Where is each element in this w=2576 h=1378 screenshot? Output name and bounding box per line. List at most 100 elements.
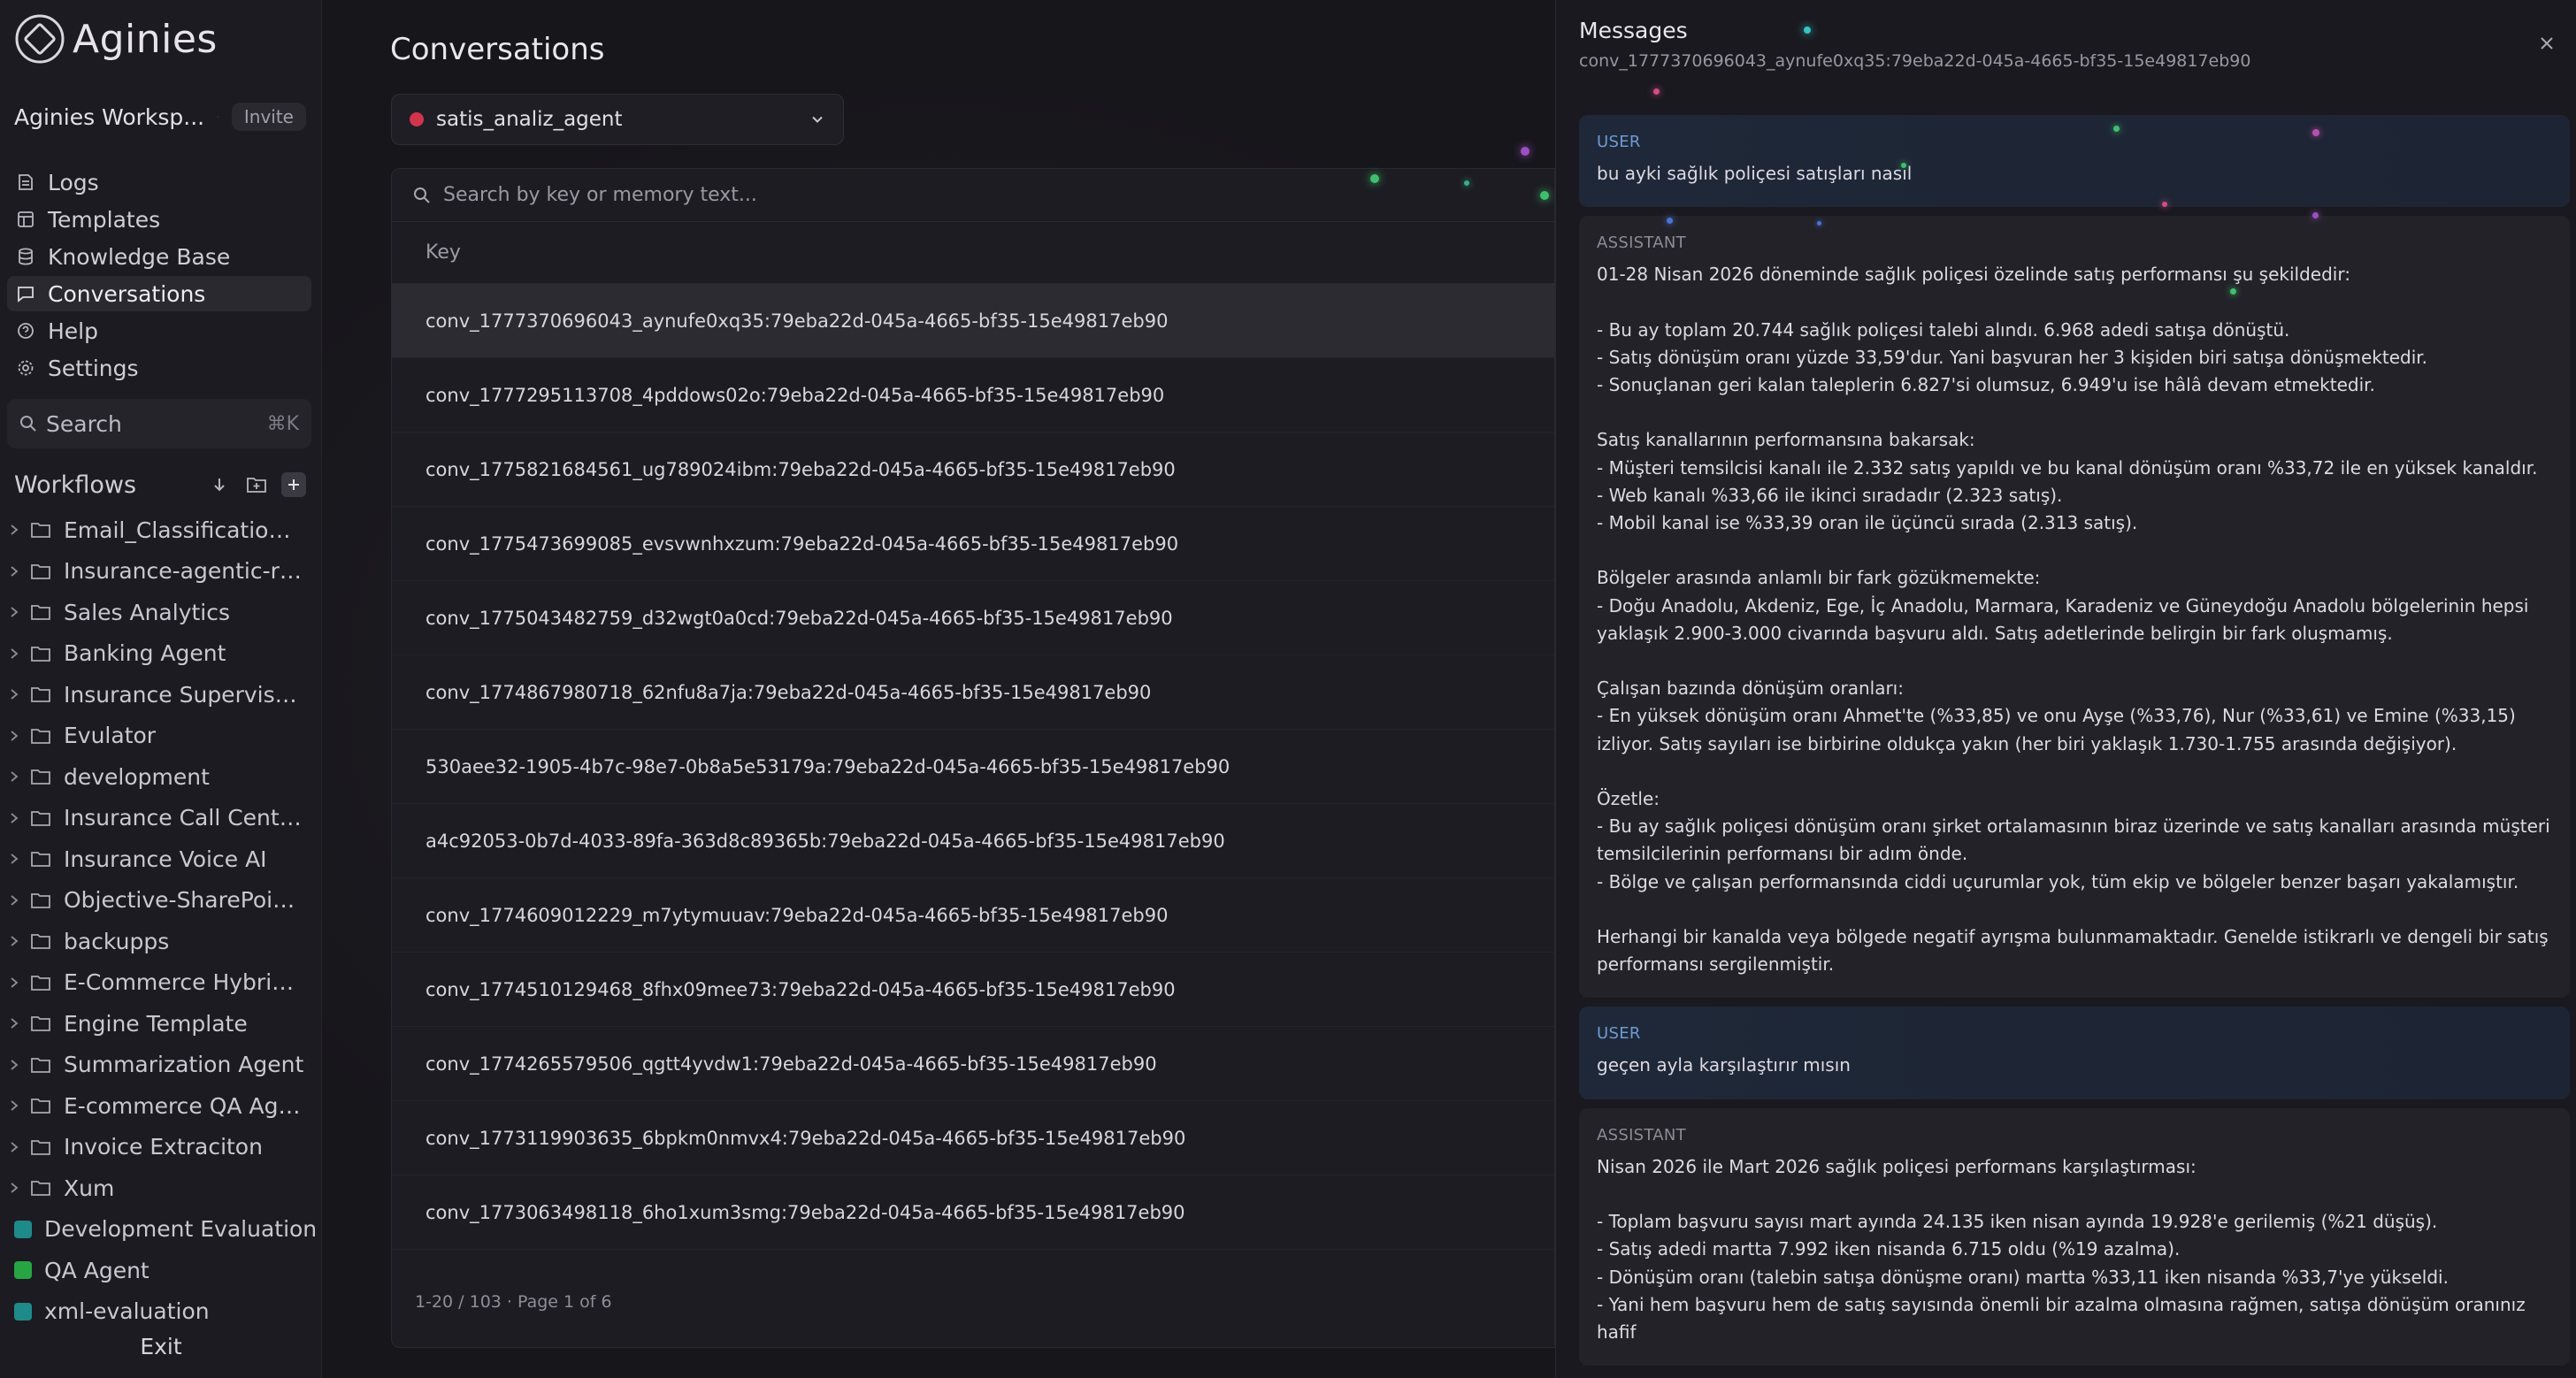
agent-select-value: satis_analiz_agent: [436, 108, 623, 131]
chevron-down-icon[interactable]: [217, 108, 219, 126]
workflow-folder-label: Email_Classification_...: [64, 517, 304, 543]
workflow-folder[interactable]: Insurance Supervisor ...: [0, 674, 322, 716]
folder-icon: [31, 1016, 50, 1032]
workflow-folder-label: E-commerce QA Agent: [64, 1092, 304, 1119]
sparkle-decoration: [1540, 191, 1549, 200]
table-row[interactable]: conv_1774510129468_8fhx09mee73:79eba22d-…: [392, 953, 1554, 1027]
table-row[interactable]: 530aee32-1905-4b7c-98e7-0b8a5e53179a:79e…: [392, 730, 1554, 804]
user-message: USER geçen ayla karşılaştırır mısın: [1579, 1007, 2570, 1099]
table-row[interactable]: conv_1773063498118_6ho1xum3smg:79eba22d-…: [392, 1175, 1554, 1250]
workflow-folder[interactable]: Evulator: [0, 716, 322, 757]
column-header-key[interactable]: Key: [392, 222, 1554, 284]
workflow-folder[interactable]: Email_Classification_...: [0, 509, 322, 551]
workflow-folder[interactable]: Insurance-agentic-rag...: [0, 551, 322, 593]
workflow-folder[interactable]: Xum: [0, 1167, 322, 1209]
gear-icon: [18, 360, 34, 376]
workflow-folder[interactable]: Sales Analytics: [0, 592, 322, 633]
evaluation-item[interactable]: xml-evaluation: [0, 1291, 322, 1333]
agent-select[interactable]: satis_analiz_agent: [391, 94, 844, 145]
workflows-header: Workflows: [14, 467, 306, 502]
sparkle-decoration: [1817, 221, 1821, 226]
workflow-folder-label: Insurance Voice AI: [64, 846, 267, 872]
folder-icon: [31, 769, 50, 785]
table-row[interactable]: conv_1775473699085_evsvwnhxzum:79eba22d-…: [392, 507, 1554, 581]
sparkle-decoration: [1370, 174, 1379, 183]
chevron-right-icon[interactable]: [9, 1099, 19, 1112]
exit-button[interactable]: Exit: [0, 1334, 322, 1359]
sparkle-decoration: [2162, 202, 2167, 207]
chevron-right-icon[interactable]: [9, 688, 19, 700]
close-icon[interactable]: [2537, 34, 2557, 53]
chevron-right-icon[interactable]: [9, 812, 19, 824]
chevron-right-icon[interactable]: [9, 1182, 19, 1194]
sidebar-search[interactable]: Search ⌘K: [7, 399, 311, 448]
search-shortcut: ⌘K: [266, 412, 299, 435]
add-workflow-button[interactable]: [281, 472, 306, 497]
chevron-right-icon[interactable]: [9, 565, 19, 578]
folder-plus-icon: [247, 478, 266, 493]
nav-item-help[interactable]: Help: [7, 313, 311, 348]
workflow-folder[interactable]: E-commerce QA Agent: [0, 1085, 322, 1127]
workflow-folder[interactable]: Objective-SharePoint ...: [0, 880, 322, 922]
workflow-folder[interactable]: development: [0, 756, 322, 798]
workflow-folder-label: Insurance-agentic-rag...: [64, 558, 304, 585]
templates-icon: [18, 211, 34, 227]
evaluation-item[interactable]: QA Agent: [0, 1250, 322, 1291]
workflow-folder[interactable]: Invoice Extraciton: [0, 1127, 322, 1168]
chevron-right-icon[interactable]: [9, 1059, 19, 1071]
chevron-right-icon[interactable]: [9, 647, 19, 660]
workflow-folder[interactable]: Insurance Voice AI: [0, 838, 322, 880]
workflow-folder[interactable]: E-Commerce Hybrid E...: [0, 962, 322, 1004]
table-row[interactable]: conv_1775821684561_ug789024ibm:79eba22d-…: [392, 433, 1554, 507]
new-folder-button[interactable]: [244, 472, 269, 497]
table-row[interactable]: a4c92053-0b7d-4033-89fa-363d8c89365b:79e…: [392, 804, 1554, 878]
chevron-right-icon[interactable]: [9, 770, 19, 783]
workflow-folder-label: Insurance Call Center ...: [64, 805, 304, 831]
chevron-right-icon[interactable]: [9, 935, 19, 947]
assistant-message: ASSISTANT 01-28 Nisan 2026 döneminde sağl…: [1579, 216, 2570, 999]
help-icon: [18, 323, 34, 339]
table-row[interactable]: conv_1777370696043_aynufe0xq35:79eba22d-…: [392, 284, 1554, 358]
invite-button[interactable]: Invite: [231, 103, 306, 131]
message-role: USER: [1597, 133, 1641, 151]
table-row[interactable]: conv_1777295113708_4pddows02o:79eba22d-0…: [392, 358, 1554, 433]
chevron-right-icon[interactable]: [9, 524, 19, 536]
workflow-folder[interactable]: Banking Agent: [0, 633, 322, 675]
chevron-right-icon[interactable]: [9, 730, 19, 742]
nav-item-logs[interactable]: Logs: [7, 165, 311, 200]
table-row[interactable]: conv_1774867980718_62nfu8a7ja:79eba22d-0…: [392, 655, 1554, 730]
workflows-title: Workflows: [14, 471, 137, 499]
table-row[interactable]: conv_1773119903635_6bpkm0nmvx4:79eba22d-…: [392, 1101, 1554, 1175]
message-content: 01-28 Nisan 2026 döneminde sağlık poliçe…: [1597, 264, 2550, 976]
chevron-right-icon[interactable]: [9, 853, 19, 865]
workflow-folder[interactable]: backupps: [0, 921, 322, 962]
workspace-switcher[interactable]: Aginies Worksp... Invite: [14, 99, 306, 134]
nav-item-knowledge-base[interactable]: Knowledge Base: [7, 239, 311, 274]
messages-panel: Messages conv_1777370696043_aynufe0xq35:…: [1555, 0, 2576, 1378]
assistant-message: ASSISTANT Nisan 2026 ile Mart 2026 sağlık…: [1579, 1107, 2570, 1367]
message-role: USER: [1597, 1024, 1641, 1044]
table-search: [392, 169, 1554, 222]
nav-item-conversations[interactable]: Conversations: [7, 276, 311, 311]
nav-item-settings[interactable]: Settings: [7, 350, 311, 386]
table-row[interactable]: conv_1774265579506_qgtt4yvdw1:79eba22d-0…: [392, 1027, 1554, 1101]
workflow-folder[interactable]: Insurance Call Center ...: [0, 798, 322, 839]
workflow-folder[interactable]: Engine Template: [0, 1003, 322, 1045]
chevron-right-icon[interactable]: [9, 1141, 19, 1153]
table-row[interactable]: conv_1775043482759_d32wgt0a0cd:79eba22d-…: [392, 581, 1554, 655]
workspace-name[interactable]: Aginies Worksp...: [14, 104, 204, 130]
evaluation-item[interactable]: Development Evaluation: [0, 1209, 322, 1251]
chevron-right-icon[interactable]: [9, 606, 19, 618]
chevron-right-icon[interactable]: [9, 976, 19, 989]
brand[interactable]: Aginies: [14, 12, 218, 65]
chevron-right-icon[interactable]: [9, 894, 19, 907]
key-search-input[interactable]: [443, 184, 974, 206]
chevron-right-icon[interactable]: [9, 1017, 19, 1030]
table-row[interactable]: conv_1774609012229_m7ytymuuav:79eba22d-0…: [392, 878, 1554, 953]
nav-item-templates[interactable]: Templates: [7, 202, 311, 237]
workflow-folder-label: Engine Template: [64, 1010, 248, 1037]
panel-title: Messages: [1579, 18, 1688, 43]
sparkle-decoration: [1653, 88, 1660, 95]
sort-button[interactable]: [207, 472, 232, 497]
workflow-folder[interactable]: Summarization Agent: [0, 1045, 322, 1086]
